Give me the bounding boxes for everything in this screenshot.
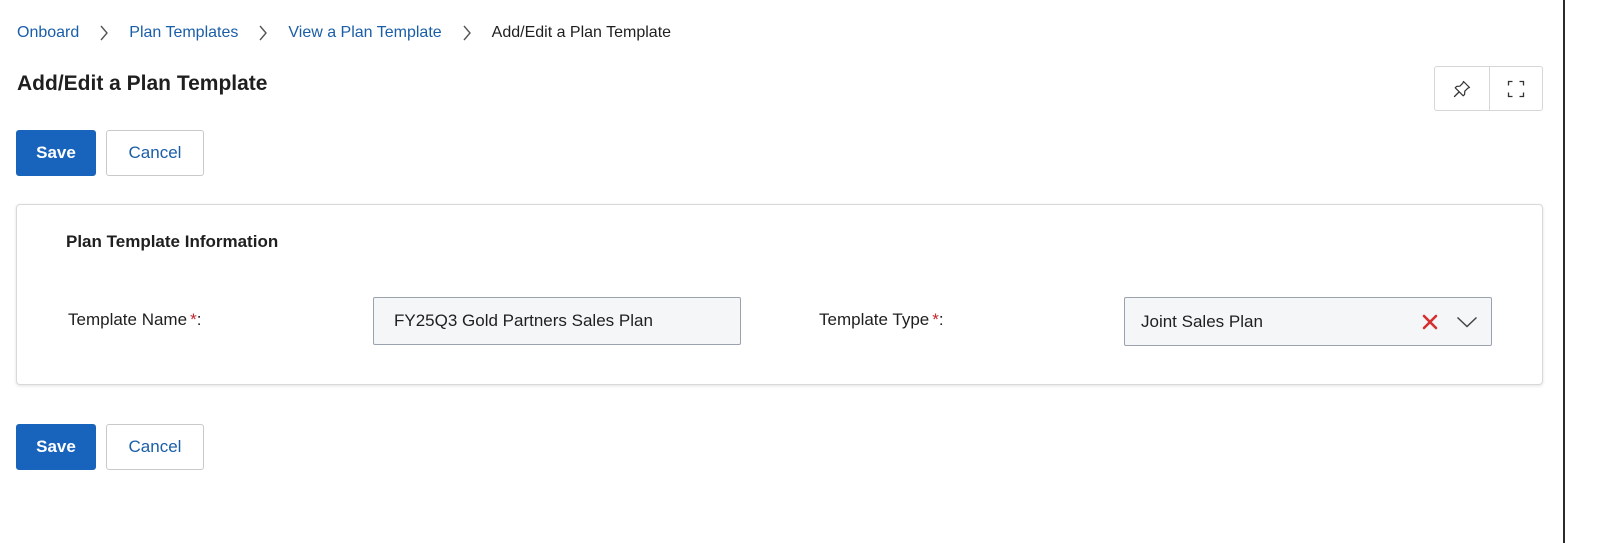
template-name-label: Template Name *: (68, 310, 201, 330)
template-type-value: Joint Sales Plan (1141, 311, 1263, 331)
template-type-label: Template Type *: (819, 310, 944, 330)
top-action-bar: Save Cancel (16, 130, 204, 176)
pin-icon (1453, 80, 1470, 97)
chevron-right-icon (79, 22, 129, 44)
cancel-button[interactable]: Cancel (106, 130, 204, 176)
window-edge (1563, 0, 1565, 543)
label-colon: : (938, 310, 944, 329)
template-name-label-text: Template Name (68, 310, 188, 329)
save-button[interactable]: Save (16, 424, 96, 470)
breadcrumb-link-plan-templates[interactable]: Plan Templates (129, 24, 238, 42)
breadcrumb-link-view-plan-template[interactable]: View a Plan Template (288, 24, 441, 42)
template-name-input[interactable] (373, 297, 741, 345)
breadcrumb-link-onboard[interactable]: Onboard (17, 24, 79, 42)
bottom-action-bar: Save Cancel (16, 424, 204, 470)
save-button[interactable]: Save (16, 130, 96, 176)
breadcrumb: Onboard Plan Templates View a Plan Templ… (17, 22, 671, 44)
page-title: Add/Edit a Plan Template (17, 72, 268, 95)
cancel-button[interactable]: Cancel (106, 424, 204, 470)
chevron-right-icon (442, 22, 492, 44)
template-type-select[interactable]: Joint Sales Plan (1124, 297, 1492, 346)
clear-icon[interactable] (1419, 311, 1441, 333)
panel-title: Plan Template Information (66, 232, 279, 251)
expand-icon (1507, 80, 1524, 97)
required-marker: * (932, 310, 939, 329)
chevron-right-icon (238, 22, 288, 44)
expand-button[interactable] (1488, 67, 1543, 110)
breadcrumb-current: Add/Edit a Plan Template (491, 24, 672, 41)
required-marker: * (190, 310, 197, 329)
title-toolbar (1434, 66, 1543, 111)
template-type-label-text: Template Type (819, 310, 930, 329)
label-colon: : (196, 310, 202, 329)
chevron-down-icon[interactable] (1455, 311, 1479, 333)
pin-button[interactable] (1435, 67, 1489, 110)
plan-template-information-panel: Plan Template Information Template Name *… (16, 204, 1543, 385)
